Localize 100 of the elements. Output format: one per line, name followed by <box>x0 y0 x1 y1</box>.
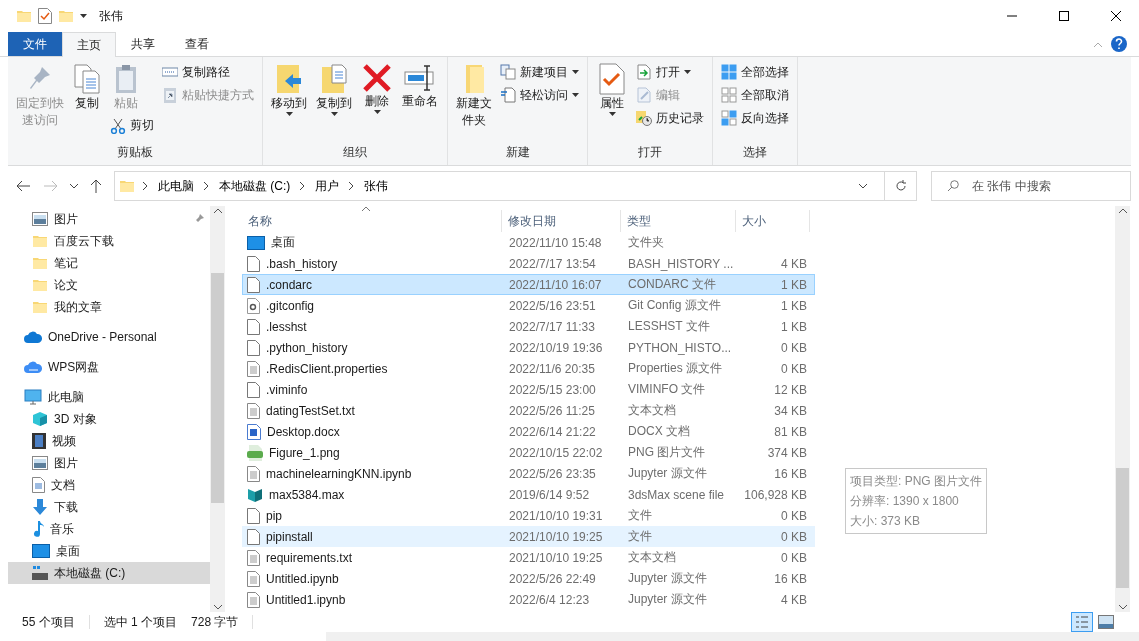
column-header[interactable]: 名称 <box>242 210 502 232</box>
ribbon-button[interactable]: 重命名 <box>399 61 441 112</box>
file-row[interactable]: .bash_history 2022/7/17 13:54 BASH_HISTORY ... 4 KB <box>242 253 815 274</box>
cloud-icon <box>24 361 42 373</box>
ribbon-button[interactable]: 轻松访问 <box>498 84 581 106</box>
scroll-down-icon[interactable] <box>1118 605 1127 610</box>
breadcrumb[interactable]: 本地磁盘 (C:) <box>217 177 293 195</box>
ribbon-tab[interactable]: 文件 <box>8 32 62 56</box>
nav-pane-item[interactable]: WPS网盘 <box>8 356 210 378</box>
nav-pane-item[interactable]: 音乐 <box>8 518 210 540</box>
file-row[interactable]: requirements.txt 2021/10/10 19:25 文本文档 0 KB <box>242 547 815 568</box>
nav-pane-item[interactable]: 图片 <box>8 208 210 230</box>
file-type: Properties 源文件 <box>627 360 724 377</box>
checkmark-document-icon[interactable] <box>38 8 52 24</box>
scroll-up-icon[interactable] <box>1118 208 1127 213</box>
file-row[interactable]: .lesshst 2022/7/17 11:33 LESSHST 文件 1 KB <box>242 316 815 337</box>
nav-pane-item[interactable]: 3D 对象 <box>8 408 210 430</box>
nav-pane-item[interactable]: 图片 <box>8 452 210 474</box>
file-size: 1 KB <box>780 277 808 292</box>
file-row[interactable]: pipinstall 2021/10/10 19:25 文件 0 KB <box>242 526 815 547</box>
ribbon-button[interactable]: 复制到 <box>313 61 355 118</box>
delete-x-icon <box>362 63 392 93</box>
nav-pane-item[interactable]: 本地磁盘 (C:) <box>8 562 210 584</box>
search-field[interactable]: 在 张伟 中搜索 <box>931 171 1131 201</box>
file-name: machinelearningKNN.ipynb <box>243 465 503 482</box>
address-bar[interactable]: 此电脑 本地磁盘 (C:) 用户 张伟 <box>114 171 917 201</box>
file-row[interactable]: pip 2021/10/10 19:31 文件 0 KB <box>242 505 815 526</box>
ribbon-button[interactable]: 属性 <box>594 61 630 118</box>
nav-pane-item[interactable]: 论文 <box>8 274 210 296</box>
file-row[interactable]: .condarc 2022/11/10 16:07 CONDARC 文件 1 KB <box>242 274 815 295</box>
ribbon-button[interactable]: 复制 <box>70 61 104 114</box>
select-none-icon <box>721 87 737 103</box>
file-type: 文件夹 <box>627 234 665 251</box>
file-name: .RedisClient.properties <box>243 360 503 377</box>
ribbon-button[interactable]: 反向选择 <box>719 107 791 129</box>
file-name: .gitconfig <box>243 297 503 314</box>
scrollbar[interactable] <box>1115 206 1130 612</box>
scroll-up-icon[interactable] <box>213 208 222 213</box>
up-arrow-icon[interactable] <box>88 177 104 195</box>
file-row[interactable]: machinelearningKNN.ipynb 2022/5/26 23:35 Jupyter 源文件 16 KB <box>242 463 815 484</box>
close-icon[interactable] <box>1111 11 1121 21</box>
scroll-down-icon[interactable] <box>213 605 222 610</box>
maximize-icon[interactable] <box>1059 11 1069 21</box>
file-row[interactable]: Untitled1.ipynb 2022/6/4 12:23 Jupyter 源文件 4 KB <box>242 589 815 610</box>
file-name: Untitled1.ipynb <box>243 591 503 608</box>
nav-pane-item[interactable]: 我的文章 <box>8 296 210 318</box>
file-row[interactable]: .python_history 2022/10/19 19:36 PYTHON_HISTO... 0 KB <box>242 337 815 358</box>
refresh-icon[interactable] <box>894 180 907 192</box>
nav-pane-item[interactable]: 笔记 <box>8 252 210 274</box>
ribbon-tab[interactable]: 查看 <box>170 32 224 56</box>
nav-pane-item[interactable]: 此电脑 <box>8 386 210 408</box>
dropdown-caret-icon[interactable] <box>858 183 868 189</box>
file-row[interactable]: Desktop.docx 2022/6/14 21:22 DOCX 文档 81 KB <box>242 421 815 442</box>
film-icon <box>32 433 46 449</box>
ribbon-tab[interactable]: 主页 <box>62 32 116 57</box>
ribbon-button[interactable]: 新建项目 <box>498 61 581 83</box>
column-header[interactable]: 大小 <box>736 210 810 232</box>
file-row[interactable]: max5384.max 2019/6/14 9:52 3dsMax scene file 106,928 KB <box>242 484 815 505</box>
breadcrumb[interactable]: 此电脑 <box>156 177 196 195</box>
ribbon-tab[interactable]: 共享 <box>116 32 170 56</box>
dropdown-caret-icon[interactable] <box>70 183 78 189</box>
file-row[interactable]: datingTestSet.txt 2022/5/26 11:25 文本文档 34 KB <box>242 400 815 421</box>
ribbon-group-label: 打开 <box>637 144 663 161</box>
breadcrumb[interactable]: 用户 <box>313 177 342 195</box>
nav-pane-item[interactable]: 文档 <box>8 474 210 496</box>
nav-pane-item[interactable]: 视频 <box>8 430 210 452</box>
column-header[interactable]: 修改日期 <box>502 210 621 232</box>
breadcrumb[interactable]: 张伟 <box>362 177 391 195</box>
ribbon-button[interactable]: 全部选择 <box>719 61 791 83</box>
ribbon-button[interactable]: 新建文件夹 <box>454 61 494 131</box>
file-type: VIMINFO 文件 <box>627 381 707 398</box>
file-type: 文本文档 <box>627 549 677 566</box>
nav-pane-item[interactable]: OneDrive - Personal <box>8 326 210 348</box>
ribbon-button[interactable]: 历史记录 <box>634 107 706 129</box>
chevron-icon <box>204 182 209 190</box>
back-arrow-icon[interactable] <box>14 178 32 194</box>
ribbon-button[interactable]: 删除 <box>359 61 395 116</box>
tiles-view-button[interactable] <box>1095 612 1117 632</box>
nav-pane-item[interactable]: 下载 <box>8 496 210 518</box>
nav-pane-item[interactable]: 桌面 <box>8 540 210 562</box>
ribbon-button[interactable]: 全部取消 <box>719 84 791 106</box>
file-row[interactable]: Untitled.ipynb 2022/5/26 22:49 Jupyter 源文件 16 KB <box>242 568 815 589</box>
file-type: PNG 图片文件 <box>627 444 707 461</box>
ribbon-button[interactable]: 打开 <box>634 61 706 83</box>
download-arrow-icon <box>32 499 48 515</box>
ribbon-button[interactable]: 复制路径 <box>160 61 256 83</box>
file-row[interactable]: .gitconfig 2022/5/16 23:51 Git Config 源文件 1 KB <box>242 295 815 316</box>
nav-pane-item[interactable]: 百度云下载 <box>8 230 210 252</box>
text-file-icon <box>247 591 260 608</box>
file-row[interactable]: .viminfo 2022/5/15 23:00 VIMINFO 文件 12 KB <box>242 379 815 400</box>
column-header[interactable]: 类型 <box>621 210 736 232</box>
ribbon-button[interactable]: 移动到 <box>269 61 309 118</box>
file-icon <box>247 339 260 356</box>
ribbon-button[interactable]: 剪切 <box>108 114 156 137</box>
file-size: 1 KB <box>780 319 808 334</box>
file-row[interactable]: 桌面 2022/11/10 15:48 文件夹 <box>242 232 815 253</box>
file-row[interactable]: .RedisClient.properties 2022/11/6 20:35 Properties 源文件 0 KB <box>242 358 815 379</box>
file-row[interactable]: Figure_1.png 2022/10/15 22:02 PNG 图片文件 374 KB <box>242 442 815 463</box>
scrollbar[interactable] <box>210 206 225 612</box>
file-name: pip <box>243 507 503 524</box>
